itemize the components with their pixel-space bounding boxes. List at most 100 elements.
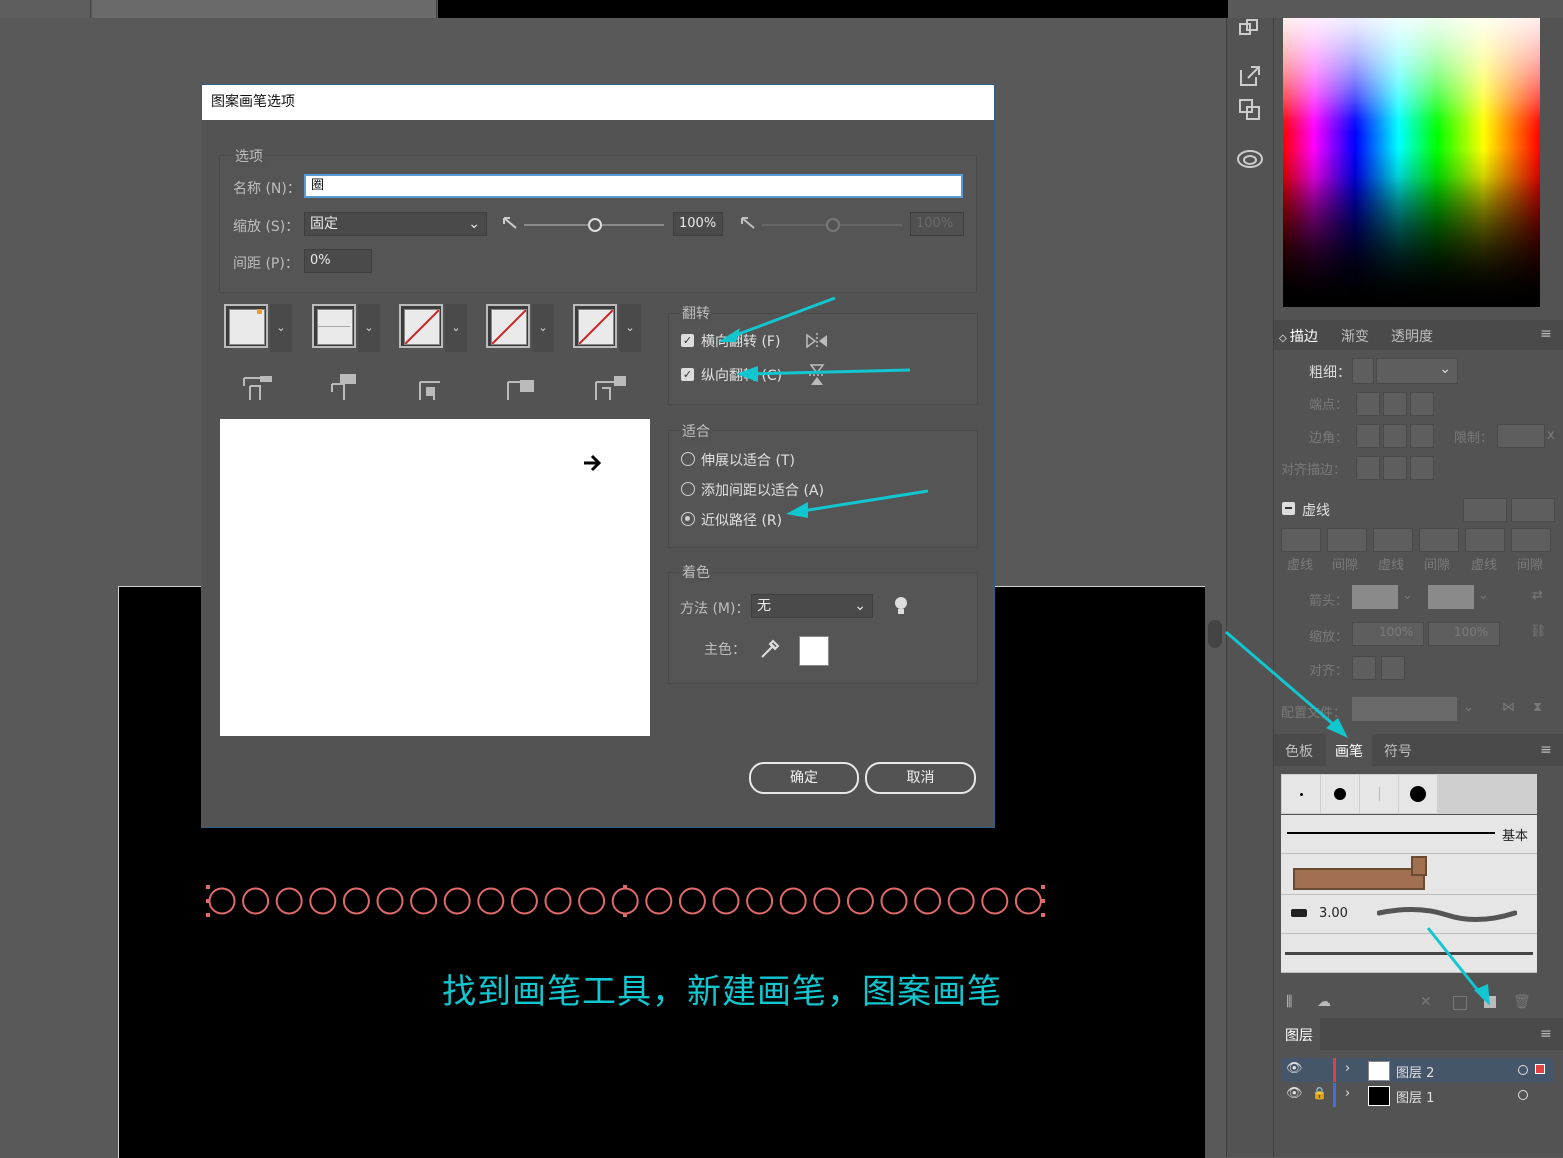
- start-tile-selector[interactable]: ⌄: [486, 304, 556, 356]
- dashed-line-checkbox[interactable]: [1282, 502, 1295, 515]
- swap-arrows-icon[interactable]: ⇄: [1532, 588, 1543, 603]
- eye-icon[interactable]: 👁: [1286, 1086, 1303, 1101]
- lock-icon[interactable]: 🔒: [1312, 1086, 1327, 1100]
- tips-lightbulb-icon[interactable]: [892, 595, 910, 617]
- name-input[interactable]: 圈: [304, 174, 963, 198]
- target-icon[interactable]: [1518, 1090, 1528, 1100]
- arrange-icon[interactable]: [1238, 98, 1262, 122]
- pattern-circle: [712, 887, 740, 915]
- gap-label-2: 间隙: [1424, 558, 1451, 573]
- flip-horizontal-checkbox[interactable]: ✓: [681, 334, 694, 347]
- flip-vertical-checkbox[interactable]: ✓: [681, 368, 694, 381]
- creative-cloud-icon[interactable]: [1236, 148, 1264, 170]
- ok-button[interactable]: 确定: [749, 762, 859, 794]
- tab-layers[interactable]: 图层: [1285, 1025, 1313, 1045]
- export-icon[interactable]: [1238, 64, 1262, 88]
- corner-miter-button[interactable]: [1356, 424, 1380, 448]
- pressure-icon: [502, 216, 520, 230]
- weight-stepper[interactable]: [1352, 358, 1374, 384]
- spacing-label: 间距 (P)：: [233, 256, 299, 272]
- dash-preserve-button[interactable]: [1463, 498, 1507, 522]
- align-center-button[interactable]: [1356, 456, 1380, 480]
- gap-label-1: 间隙: [1332, 558, 1359, 573]
- top-bar: [438, 0, 1228, 18]
- inner-corner-tile-selector[interactable]: ⌄: [399, 304, 469, 356]
- pattern-circle: [947, 887, 975, 915]
- chevron-right-icon[interactable]: ›: [1345, 1061, 1350, 1076]
- cap-butt-button[interactable]: [1356, 392, 1380, 416]
- layer-name: 图层 1: [1396, 1091, 1435, 1106]
- scale-slider-thumb[interactable]: [588, 218, 602, 232]
- spacing-input[interactable]: 0%: [304, 249, 372, 273]
- artboards-icon[interactable]: [1238, 18, 1262, 40]
- limit-input[interactable]: [1497, 424, 1545, 448]
- end-tile-selector[interactable]: ⌄: [573, 304, 643, 356]
- pattern-circle: [611, 887, 639, 915]
- fit-approximate-path-radio[interactable]: [681, 512, 695, 526]
- cap-round-button[interactable]: [1383, 392, 1407, 416]
- dash-label-3: 虚线: [1471, 558, 1498, 573]
- pattern-circle: [914, 887, 942, 915]
- selection-indicator[interactable]: [1535, 1064, 1545, 1074]
- eye-icon[interactable]: 👁: [1286, 1061, 1303, 1076]
- dash-label-1: 虚线: [1287, 558, 1314, 573]
- annotation-arrows: [718, 296, 929, 518]
- corner-bevel-button[interactable]: [1410, 424, 1434, 448]
- cursor-icon: [580, 451, 604, 479]
- tab-transparency[interactable]: 透明度: [1391, 326, 1433, 346]
- scale-select[interactable]: 固定 ⌄: [304, 212, 487, 236]
- pattern-circle: [242, 887, 270, 915]
- pattern-circle: [477, 887, 505, 915]
- corner-round-button[interactable]: [1383, 424, 1407, 448]
- scale-label: 缩放 (S)：: [233, 219, 300, 235]
- cap-label: 端点：: [1309, 398, 1349, 413]
- outer-corner-tile-selector[interactable]: ⌄: [312, 304, 382, 356]
- start-tile-icon: [507, 380, 534, 400]
- limit-label: 限制：: [1454, 431, 1494, 446]
- pressure-icon-2: [740, 216, 758, 230]
- eyedropper-icon[interactable]: [758, 637, 782, 661]
- pattern-circle: [678, 887, 706, 915]
- fit-add-space-radio[interactable]: [681, 482, 695, 496]
- method-select[interactable]: 无 ⌄: [751, 594, 873, 618]
- pattern-circle: [779, 887, 807, 915]
- pattern-circle: [981, 887, 1009, 915]
- scale-select-value: 固定: [310, 216, 338, 232]
- layer-row-1[interactable]: 👁 🔒 › 图层 1: [1281, 1083, 1553, 1107]
- arrow-start-select[interactable]: [1352, 585, 1398, 609]
- tab-gradient[interactable]: 渐变: [1341, 326, 1369, 346]
- vertical-scrollbar[interactable]: [1208, 620, 1222, 648]
- layer-name: 图层 2: [1396, 1066, 1435, 1081]
- layer-row-2[interactable]: 👁 › 图层 2: [1281, 1058, 1553, 1082]
- document-tab-active[interactable]: [92, 0, 437, 18]
- circle-pattern-path[interactable]: [200, 878, 1052, 924]
- pattern-circle: [880, 887, 908, 915]
- fit-stretch-radio[interactable]: [681, 452, 695, 466]
- cancel-button[interactable]: 取消: [865, 762, 976, 794]
- side-tile-selector[interactable]: ⌄: [224, 304, 294, 356]
- chevron-right-icon[interactable]: ›: [1345, 1086, 1350, 1101]
- weight-input[interactable]: ⌄: [1376, 358, 1458, 384]
- weight-label: 粗细：: [1309, 365, 1351, 381]
- align-inside-button[interactable]: [1383, 456, 1407, 480]
- dash-align-button[interactable]: [1511, 498, 1555, 522]
- method-select-value: 无: [757, 598, 771, 614]
- panel-menu-icon[interactable]: ≡: [1540, 326, 1552, 342]
- dashed-line-label: 虚线: [1302, 503, 1330, 519]
- layer-thumbnail: [1368, 1061, 1390, 1081]
- pattern-circle: [1014, 887, 1042, 915]
- key-color-swatch[interactable]: [799, 636, 829, 666]
- cap-square-button[interactable]: [1410, 392, 1434, 416]
- tab-stroke[interactable]: ◇ 描边: [1279, 326, 1318, 346]
- scale-slider-thumb-2: [826, 218, 840, 232]
- pattern-circle: [208, 887, 236, 915]
- arrow-end-select[interactable]: [1428, 585, 1474, 609]
- scale-min-input[interactable]: 100%: [673, 212, 723, 236]
- pattern-circle: [746, 887, 774, 915]
- panel-menu-icon[interactable]: ≡: [1540, 1026, 1552, 1042]
- align-outside-button[interactable]: [1410, 456, 1434, 480]
- pattern-circle: [275, 887, 303, 915]
- document-tab[interactable]: [0, 0, 91, 18]
- dash-label-2: 虚线: [1378, 558, 1405, 573]
- target-icon[interactable]: [1518, 1065, 1528, 1075]
